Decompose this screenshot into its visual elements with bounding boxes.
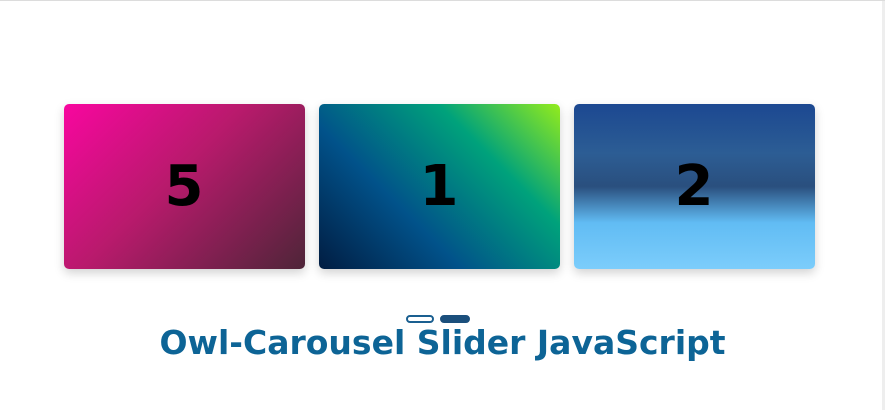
slide-number: 2: [674, 153, 715, 219]
carousel-dot-active[interactable]: [440, 315, 470, 323]
slide-number: 1: [419, 153, 460, 219]
carousel-slide[interactable]: 2: [574, 104, 815, 269]
carousel-dot[interactable]: [406, 315, 434, 323]
page: 5 1 2 Owl-Carousel Slider JavaScript: [0, 0, 885, 410]
page-title: Owl-Carousel Slider JavaScript: [159, 323, 726, 362]
carousel-slide[interactable]: 1: [319, 104, 560, 269]
slide-number: 5: [164, 153, 205, 219]
owl-carousel[interactable]: 5 1 2: [64, 104, 816, 270]
carousel-slide[interactable]: 5: [64, 104, 305, 269]
